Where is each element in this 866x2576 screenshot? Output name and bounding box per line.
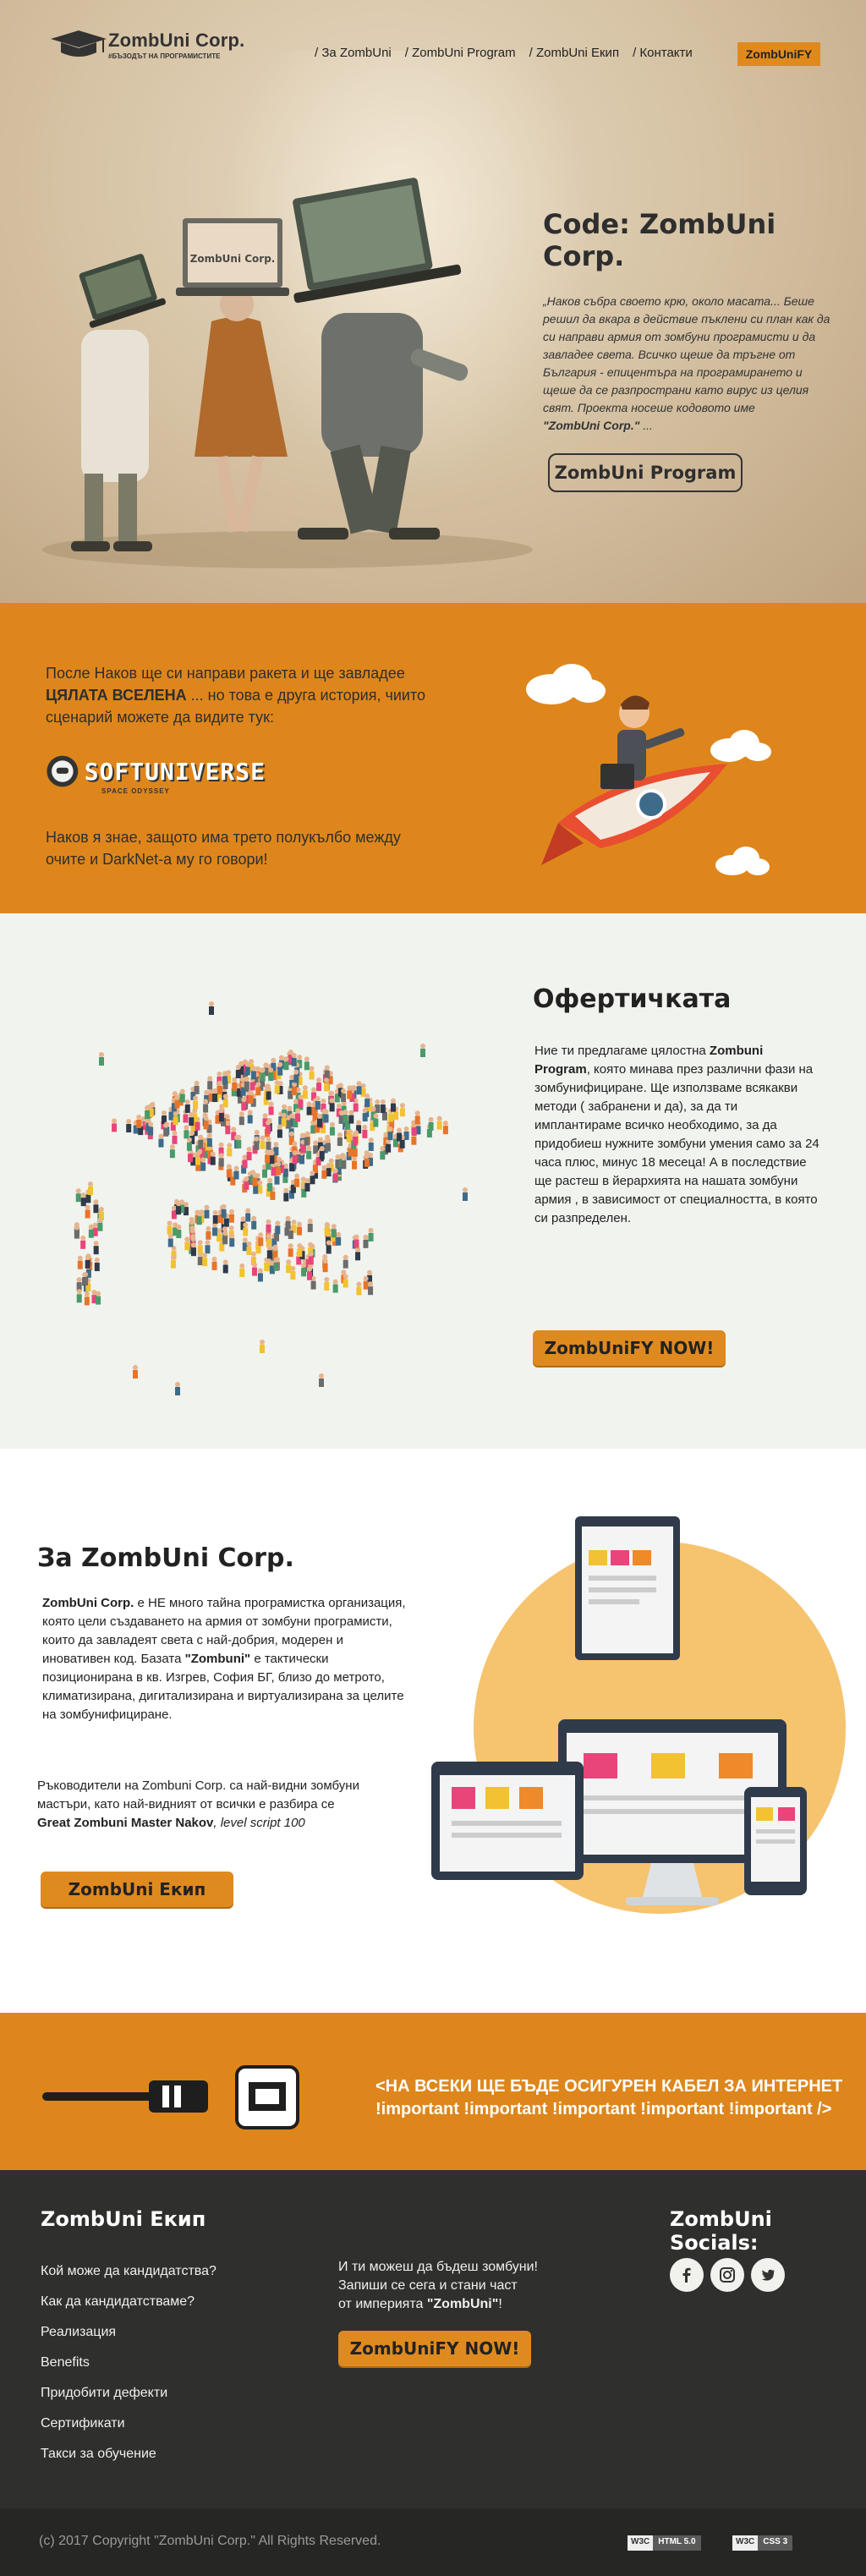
hero-story-codename: "ZombUni Corp." bbox=[543, 419, 640, 432]
footer-signup-line3: от империята "ZombUni"! bbox=[338, 2295, 592, 2314]
about-leaders: Ръководители на Zombuni Corp. са най-вид… bbox=[37, 1777, 375, 1833]
html5-label: HTML 5.0 bbox=[653, 2535, 701, 2551]
footer-signup-line1: И ти можеш да бъдеш зомбуни! bbox=[338, 2260, 538, 2274]
hero-story-text: „Наков събра своето крю, около масата...… bbox=[543, 294, 830, 414]
zombie-right bbox=[293, 178, 469, 540]
w3c-html-badge[interactable]: W3C HTML 5.0 bbox=[628, 2535, 701, 2551]
about-master-name: Great Zombuni Master Nakov bbox=[37, 1816, 214, 1830]
astronaut-icon bbox=[47, 755, 79, 787]
zombie-programmers-illustration: ZombUni Corp. bbox=[42, 178, 533, 568]
copyright-text: (c) 2017 Copyright "ZombUni Corp." All R… bbox=[39, 2534, 381, 2548]
footer: ZombUni Екип Кой може да кандидатства? К… bbox=[0, 2170, 866, 2508]
w3c-css-badge[interactable]: W3C CSS 3 bbox=[732, 2535, 793, 2551]
main-menu: / За ZombUni / ZombUni Program / ZombUni… bbox=[315, 46, 693, 60]
zombie-woman: ZombUni Corp. bbox=[176, 218, 289, 533]
w3c-css-label: W3C bbox=[732, 2535, 759, 2551]
hero-story-ellipsis: ... bbox=[639, 419, 653, 432]
ethernet-cable-illustration bbox=[42, 2065, 299, 2129]
graduation-cap-icon bbox=[51, 30, 107, 57]
offer-text-end: , която минава през различни фази на зом… bbox=[534, 1062, 819, 1225]
offer-title: Офертичката bbox=[533, 984, 732, 1014]
twitter-icon[interactable] bbox=[751, 2258, 785, 2292]
rocket-illustration bbox=[526, 664, 771, 875]
zombunify-nav-button[interactable]: ZombUniFY bbox=[737, 42, 820, 66]
galaxy-text-start: После Наков ще си направи ракета и ще за… bbox=[46, 665, 405, 682]
about-leaders-text: Ръководители на Zombuni Corp. са най-вид… bbox=[37, 1779, 359, 1811]
footer-socials-title: ZombUni Socials: bbox=[670, 2207, 772, 2255]
logo-text: ZombUni Corp. #БЪЗОДЪТ НА ПРОГРАМИСТИТЕ bbox=[108, 30, 244, 60]
galaxy-section: После Наков ще си направи ракета и ще за… bbox=[0, 603, 866, 913]
responsive-devices-illustration bbox=[431, 1516, 846, 1914]
css3-label: CSS 3 bbox=[758, 2535, 793, 2551]
footer-link-fees[interactable]: Такси за обучение bbox=[41, 2439, 216, 2469]
offer-text-start: Ние ти предлагаме цялостна bbox=[534, 1044, 706, 1058]
galaxy-text-bold: ЦЯЛАТА ВСЕЛЕНА bbox=[46, 687, 187, 704]
hero-story: „Наков събра своето крю, около масата...… bbox=[543, 293, 830, 435]
softuniverse-subtext: SPACE ODYSSEY bbox=[101, 787, 170, 795]
darknet-text: Наков я знае, защото има трето полукълбо… bbox=[46, 829, 401, 868]
copyright-bar: (c) 2017 Copyright "ZombUni Corp." All R… bbox=[0, 2508, 866, 2576]
about-org-name: ZombUni Corp. bbox=[42, 1596, 134, 1610]
top-nav: ZombUni Corp. #БЪЗОДЪТ НА ПРОГРАМИСТИТЕ … bbox=[0, 0, 866, 101]
about-title: За ZombUni Corp. bbox=[37, 1543, 294, 1573]
laptop-label: ZombUni Corp. bbox=[190, 253, 276, 265]
softuniverse-text: SOFTUNIVERSE bbox=[84, 757, 266, 786]
offer-section: Офертичката Ние ти предлагаме цялостна Z… bbox=[0, 913, 866, 1449]
footer-links: Кой може да кандидатства? Как да кандида… bbox=[41, 2256, 216, 2469]
logo-tagline: #БЪЗОДЪТ НА ПРОГРАМИСТИТЕ bbox=[108, 52, 221, 60]
hero-title: Code: ZombUni Corp. bbox=[543, 208, 776, 272]
cable-text-line2: !important !important !important !import… bbox=[375, 2100, 832, 2118]
logo-title: ZombUni Corp. bbox=[108, 30, 245, 51]
footer-link-realization[interactable]: Реализация bbox=[41, 2317, 216, 2348]
crowd-graduation-cap-illustration bbox=[74, 1001, 468, 1395]
w3c-html-label: W3C bbox=[628, 2535, 654, 2551]
about-master-level: , level script 100 bbox=[213, 1816, 305, 1830]
footer-link-defects[interactable]: Придобити дефекти bbox=[41, 2378, 216, 2409]
footer-signup-line2: Запиши се сега и стани част bbox=[338, 2278, 518, 2293]
social-links bbox=[670, 2258, 785, 2292]
softuniverse-logo[interactable]: SOFTUNIVERSE SPACE ODYSSEY bbox=[46, 745, 266, 797]
nav-link-program[interactable]: / ZombUni Program bbox=[405, 46, 516, 60]
about-base-name: "Zombuni" bbox=[184, 1652, 251, 1666]
cable-section: <НА ВСЕКИ ЩЕ БЪДЕ ОСИГУРЕН КАБЕЛ ЗА ИНТЕ… bbox=[0, 2013, 866, 2170]
nav-link-contacts[interactable]: / Контакти bbox=[633, 46, 693, 60]
logo[interactable]: ZombUni Corp. #БЪЗОДЪТ НА ПРОГРАМИСТИТЕ bbox=[49, 29, 244, 61]
about-section: За ZombUni Corp. ZombUni Corp. е НЕ мног… bbox=[0, 1449, 866, 2013]
hero-section: ZombUni Corp. #БЪЗОДЪТ НА ПРОГРАМИСТИТЕ … bbox=[0, 0, 866, 603]
footer-zombunify-button[interactable]: ZombUniFY NOW! bbox=[338, 2331, 531, 2366]
zombuni-team-button[interactable]: ZombUni Екип bbox=[41, 1872, 233, 1907]
footer-signup-line3b: ! bbox=[498, 2297, 502, 2311]
about-description: ZombUni Corp. е НЕ много тайна програмис… bbox=[42, 1594, 406, 1724]
footer-link-certificates[interactable]: Сертификати bbox=[41, 2409, 216, 2439]
footer-link-benefits[interactable]: Benefits bbox=[41, 2348, 216, 2378]
offer-text: Ние ти предлагаме цялостна Zombuni Progr… bbox=[534, 1042, 822, 1228]
cable-text-line1: <НА ВСЕКИ ЩЕ БЪДЕ ОСИГУРЕН КАБЕЛ ЗА ИНТЕ… bbox=[375, 2077, 843, 2096]
cable-text: <НА ВСЕКИ ЩЕ БЪДЕ ОСИГУРЕН КАБЕЛ ЗА ИНТЕ… bbox=[375, 2075, 849, 2121]
zombie-left bbox=[71, 254, 166, 551]
footer-link-who-can-apply[interactable]: Кой може да кандидатства? bbox=[41, 2256, 216, 2287]
footer-signup-text: И ти можеш да бъдеш зомбуни! Запиши се с… bbox=[338, 2258, 592, 2314]
galaxy-text: После Наков ще си направи ракета и ще за… bbox=[46, 662, 460, 728]
nav-link-about[interactable]: / За ZombUni bbox=[315, 46, 392, 60]
facebook-icon[interactable] bbox=[670, 2258, 704, 2292]
footer-signup-empire: "ZombUni" bbox=[426, 2297, 499, 2311]
footer-signup-line3a: от империята bbox=[338, 2297, 427, 2311]
zombuni-program-button[interactable]: ZombUni Program bbox=[548, 453, 743, 492]
footer-link-how-to-apply[interactable]: Как да кандидатстваме? bbox=[41, 2287, 216, 2317]
nav-link-team[interactable]: / ZombUni Екип bbox=[529, 46, 619, 60]
zombunify-now-button[interactable]: ZombUniFY NOW! bbox=[533, 1330, 726, 1366]
instagram-icon[interactable] bbox=[710, 2258, 744, 2292]
footer-team-title: ZombUni Екип bbox=[41, 2207, 206, 2231]
hero-text: Code: ZombUni Corp. „Наков събра своето … bbox=[543, 208, 830, 435]
